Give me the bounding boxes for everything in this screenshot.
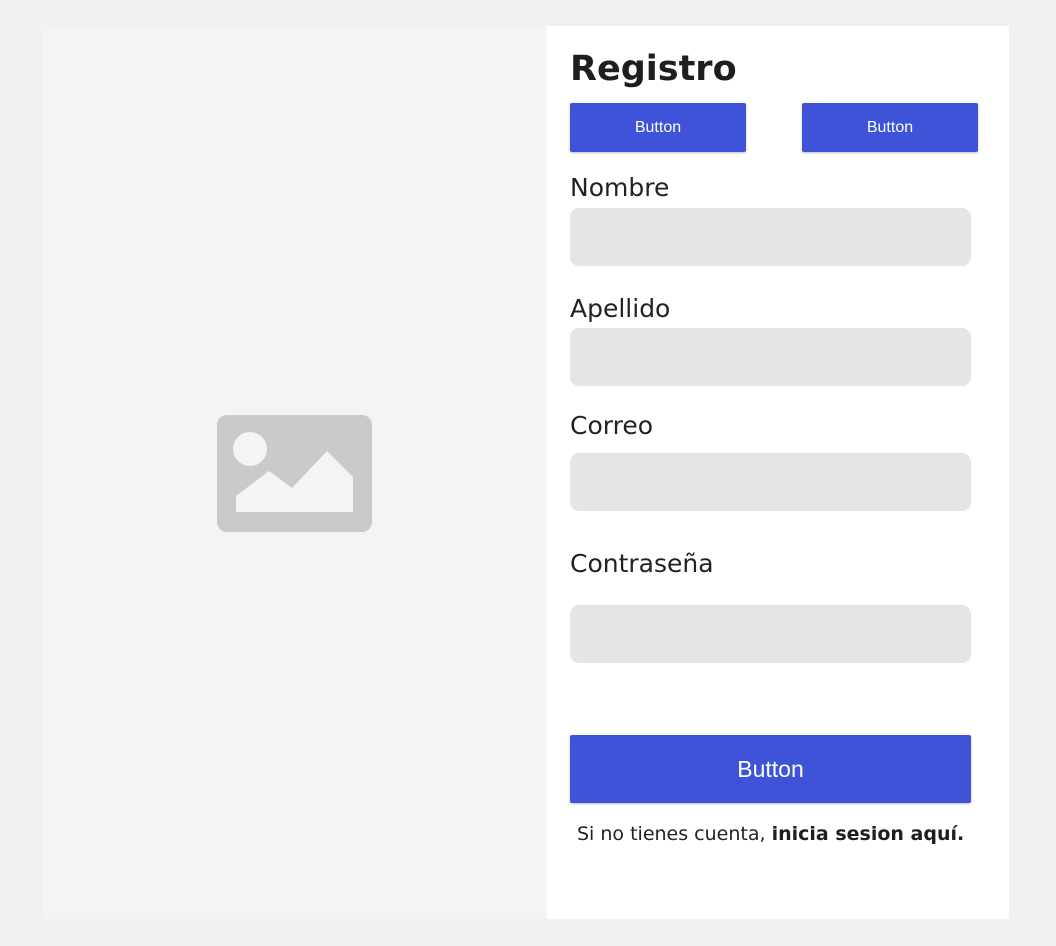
- contrasena-input[interactable]: [570, 605, 971, 663]
- top-left-button[interactable]: Button: [570, 103, 746, 152]
- login-prompt: Si no tienes cuenta, inicia sesion aquí.: [577, 823, 964, 845]
- top-right-button[interactable]: Button: [802, 103, 978, 152]
- correo-label: Correo: [570, 411, 653, 440]
- apellido-input[interactable]: [570, 328, 971, 386]
- register-card: Registro Button Button Nombre Apellido C…: [42, 26, 1009, 919]
- login-link[interactable]: inicia sesion aquí.: [772, 823, 965, 845]
- correo-input[interactable]: [570, 453, 971, 511]
- login-prompt-text: Si no tienes cuenta,: [577, 823, 772, 845]
- registration-form: Registro Button Button Nombre Apellido C…: [547, 26, 1009, 919]
- page-title: Registro: [570, 49, 737, 89]
- contrasena-label: Contraseña: [570, 549, 714, 578]
- submit-button[interactable]: Button: [570, 735, 971, 803]
- nombre-label: Nombre: [570, 173, 670, 202]
- nombre-input[interactable]: [570, 208, 971, 266]
- image-panel: [42, 26, 547, 919]
- image-placeholder-icon: [217, 415, 372, 532]
- apellido-label: Apellido: [570, 294, 671, 323]
